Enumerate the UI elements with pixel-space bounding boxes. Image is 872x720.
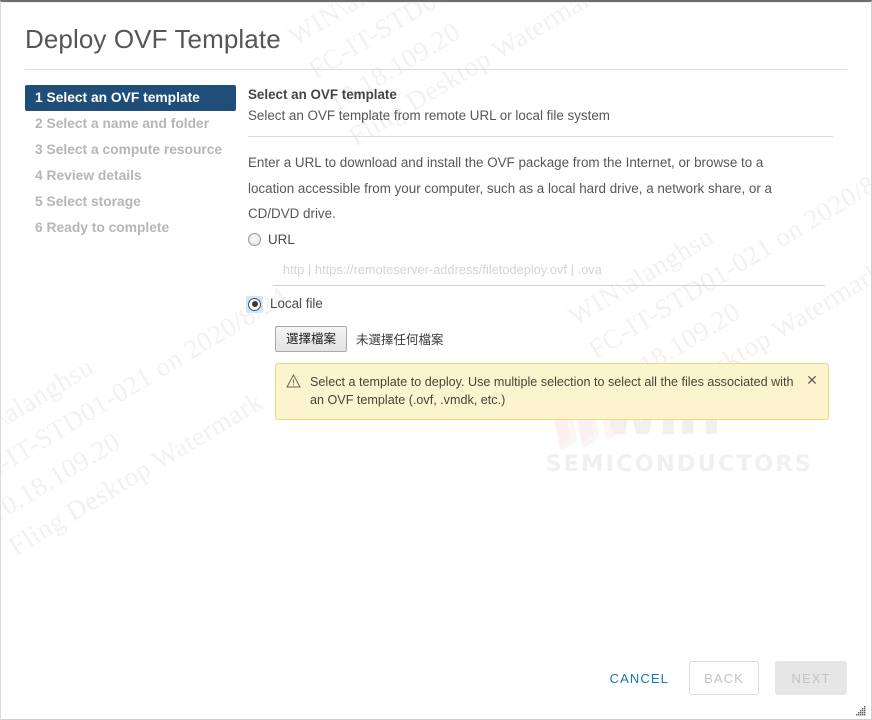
sidebar-item-ready-to-complete[interactable]: 6 Ready to complete xyxy=(25,215,236,241)
local-file-radio-label: Local file xyxy=(270,296,323,311)
choose-file-button[interactable]: 選擇檔案 xyxy=(275,325,348,352)
sidebar-item-review-details[interactable]: 4 Review details xyxy=(25,163,236,189)
url-input[interactable]: http | https://remoteserver-address/file… xyxy=(283,263,602,277)
dialog-body: 1 Select an OVF template 2 Select a name… xyxy=(1,70,871,420)
resize-grip-icon[interactable] xyxy=(855,704,867,716)
dialog-content: Deploy OVF Template 1 Select an OVF temp… xyxy=(1,2,871,719)
source-option-url[interactable]: URL xyxy=(248,232,833,248)
wizard-steps: 1 Select an OVF template 2 Select a name… xyxy=(25,84,236,241)
no-file-chosen-label: 未選擇任何檔案 xyxy=(356,332,444,347)
warning-banner: Select a template to deploy. Use multipl… xyxy=(275,362,829,420)
deploy-ovf-dialog: WIN\alanghsu FC-IT-STD01-021 on 2020/8/2… xyxy=(0,0,872,720)
sidebar-item-select-name-folder[interactable]: 2 Select a name and folder xyxy=(25,111,236,137)
sidebar-item-select-compute-resource[interactable]: 3 Select a compute resource xyxy=(25,137,236,163)
step-pane: Select an OVF template Select an OVF tem… xyxy=(236,84,847,420)
sidebar-item-select-template[interactable]: 1 Select an OVF template xyxy=(25,85,236,111)
local-file-radio-focus-ring xyxy=(246,295,263,313)
pane-subheading: Select an OVF template from remote URL o… xyxy=(248,108,610,123)
local-file-radio[interactable] xyxy=(248,297,261,311)
next-button[interactable]: NEXT xyxy=(775,661,847,695)
url-radio[interactable] xyxy=(248,233,261,246)
url-radio-label: URL xyxy=(268,231,295,247)
pane-heading: Select an OVF template xyxy=(248,87,397,102)
source-option-local-file[interactable]: Local file xyxy=(246,295,833,313)
pane-description: Enter a URL to download and install the … xyxy=(248,155,772,221)
url-input-wrapper[interactable]: http | https://remoteserver-address/file… xyxy=(273,257,825,286)
warning-message: Select a template to deploy. Use multipl… xyxy=(310,374,794,408)
close-icon[interactable]: ✕ xyxy=(806,373,818,387)
file-picker[interactable]: 選擇檔案 未選擇任何檔案 xyxy=(275,325,833,352)
back-button[interactable]: BACK xyxy=(689,661,759,695)
sidebar-item-select-storage[interactable]: 5 Select storage xyxy=(25,189,236,215)
page-title: Deploy OVF Template xyxy=(25,24,281,54)
pane-divider xyxy=(248,136,833,137)
warning-triangle-icon xyxy=(286,373,301,393)
dialog-footer: CANCEL BACK NEXT xyxy=(606,661,847,695)
cancel-button[interactable]: CANCEL xyxy=(606,665,673,692)
